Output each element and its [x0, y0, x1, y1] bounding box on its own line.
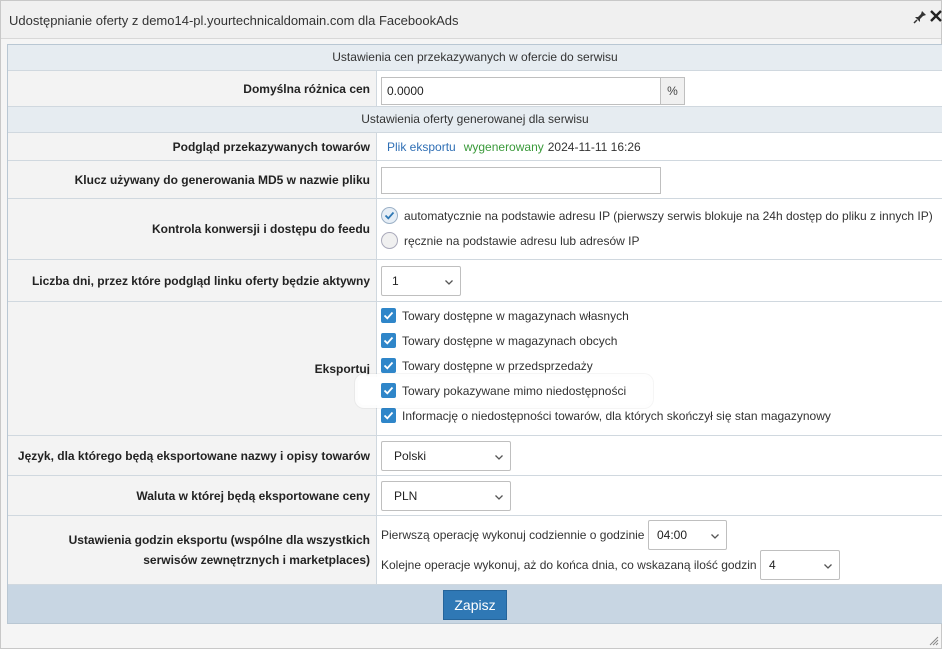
row-access-control: Kontrola konwersji i dostępu do feedu au… [8, 199, 942, 260]
next-operations-interval-select[interactable]: 4 [760, 550, 840, 580]
export-hours-label-line1: Ustawienia godzin eksportu (wspólne dla … [68, 533, 370, 547]
settings-form: Ustawienia cen przekazywanych w ofercie … [7, 44, 942, 624]
currency-value: PLN [394, 489, 418, 503]
access-option-label: automatycznie na podstawie adresu IP (pi… [404, 208, 933, 223]
export-file-link[interactable]: Plik eksportu [387, 140, 456, 154]
preview-days-label: Liczba dni, przez które podgląd linku of… [8, 260, 377, 301]
preview-days-value: 1 [392, 274, 399, 288]
percent-addon: % [661, 77, 685, 105]
export-hours-label: Ustawienia godzin eksportu (wspólne dla … [8, 516, 377, 584]
radio-unselected-icon[interactable] [381, 232, 398, 249]
export-option-label: Towary dostępne w magazynach obcych [402, 333, 618, 348]
generated-status: wygenerowany [463, 140, 544, 154]
checkbox-checked-icon[interactable] [381, 333, 396, 348]
dialog-title: Udostępnianie oferty z demo14-pl.yourtec… [9, 13, 459, 28]
next-operations-label: Kolejne operacje wykonuj, aż do końca dn… [381, 558, 757, 572]
price-difference-label: Domyślna różnica cen [8, 71, 377, 106]
first-operation-label: Pierwszą operację wykonuj codziennie o g… [381, 528, 645, 542]
chevron-down-icon [495, 495, 503, 500]
language-select[interactable]: Polski [381, 441, 511, 471]
export-option[interactable]: Informację o niedostępności towarów, dla… [381, 408, 831, 423]
export-option-label: Towary dostępne w magazynach własnych [402, 308, 629, 323]
row-currency: Waluta w której będą eksportowane ceny P… [8, 476, 942, 516]
access-control-label: Kontrola konwersji i dostępu do feedu [8, 199, 377, 259]
section-header-prices: Ustawienia cen przekazywanych w ofercie … [8, 45, 942, 71]
export-option-label: Towary pokazywane mimo niedostępności [402, 383, 627, 398]
chevron-down-icon [824, 564, 832, 569]
row-price-difference: Domyślna różnica cen 0.0000 % [8, 71, 942, 107]
export-option-label: Informację o niedostępności towarów, dla… [402, 408, 831, 423]
price-difference-input[interactable]: 0.0000 [381, 77, 661, 105]
export-option[interactable]: Towary dostępne w magazynach obcych [381, 333, 617, 348]
md5-key-input[interactable] [381, 167, 661, 194]
preview-days-select[interactable]: 1 [381, 266, 461, 296]
row-preview-days: Liczba dni, przez które podgląd linku of… [8, 260, 942, 302]
form-footer: Zapisz [8, 585, 942, 623]
checkbox-checked-icon[interactable] [381, 408, 396, 423]
export-option-label: Towary dostępne w przedsprzedaży [402, 358, 593, 373]
section-header-offer: Ustawienia oferty generowanej dla serwis… [8, 107, 942, 133]
first-operation-hour-select[interactable]: 04:00 [648, 520, 727, 550]
chevron-down-icon [495, 455, 503, 460]
export-option[interactable]: Towary dostępne w magazynach własnych [381, 308, 629, 323]
language-value: Polski [394, 449, 427, 463]
next-operations-interval-value: 4 [769, 558, 776, 572]
pin-icon[interactable] [912, 10, 928, 26]
export-label: Eksportuj [8, 302, 377, 435]
radio-selected-icon[interactable] [381, 207, 398, 224]
checkbox-checked-icon[interactable] [381, 383, 396, 398]
generated-datetime: 2024-11-11 16:26 [547, 140, 641, 154]
preview-label: Podgląd przekazywanych towarów [8, 133, 377, 160]
dialog-titlebar[interactable]: Udostępnianie oferty z demo14-pl.yourtec… [1, 1, 942, 39]
currency-select[interactable]: PLN [381, 481, 511, 511]
currency-label: Waluta w której będą eksportowane ceny [8, 476, 377, 515]
first-operation-hour-value: 04:00 [657, 528, 688, 542]
share-offer-dialog: Udostępnianie oferty z demo14-pl.yourtec… [0, 0, 942, 649]
resize-grip-icon[interactable] [929, 636, 939, 646]
md5-key-label: Klucz używany do generowania MD5 w nazwi… [8, 161, 377, 198]
highlighted-export-option[interactable]: Towary pokazywane mimo niedostępności [358, 377, 650, 405]
close-icon[interactable] [929, 9, 942, 27]
row-export-hours: Ustawienia godzin eksportu (wspólne dla … [8, 516, 942, 585]
row-md5-key: Klucz używany do generowania MD5 w nazwi… [8, 161, 942, 199]
access-option-automatic[interactable]: automatycznie na podstawie adresu IP (pi… [381, 207, 933, 224]
row-preview: Podgląd przekazywanych towarów Plik eksp… [8, 133, 942, 161]
access-option-label: ręcznie na podstawie adresu lub adresów … [404, 233, 640, 248]
checkbox-checked-icon[interactable] [381, 358, 396, 373]
language-label: Język, dla którego będą eksportowane naz… [8, 436, 377, 475]
chevron-down-icon [711, 534, 719, 539]
row-export: Eksportuj Towary dostępne w magazynach w… [8, 302, 942, 436]
row-language: Język, dla którego będą eksportowane naz… [8, 436, 942, 476]
access-option-manual[interactable]: ręcznie na podstawie adresu lub adresów … [381, 232, 639, 249]
chevron-down-icon [445, 280, 453, 285]
section-title: Ustawienia oferty generowanej dla serwis… [361, 112, 589, 126]
checkbox-checked-icon[interactable] [381, 308, 396, 323]
export-hours-label-line2: serwisów zewnętrznych i marketplaces) [143, 553, 370, 567]
save-button[interactable]: Zapisz [443, 590, 507, 620]
export-option[interactable]: Towary dostępne w przedsprzedaży [381, 358, 593, 373]
section-title: Ustawienia cen przekazywanych w ofercie … [332, 50, 618, 64]
